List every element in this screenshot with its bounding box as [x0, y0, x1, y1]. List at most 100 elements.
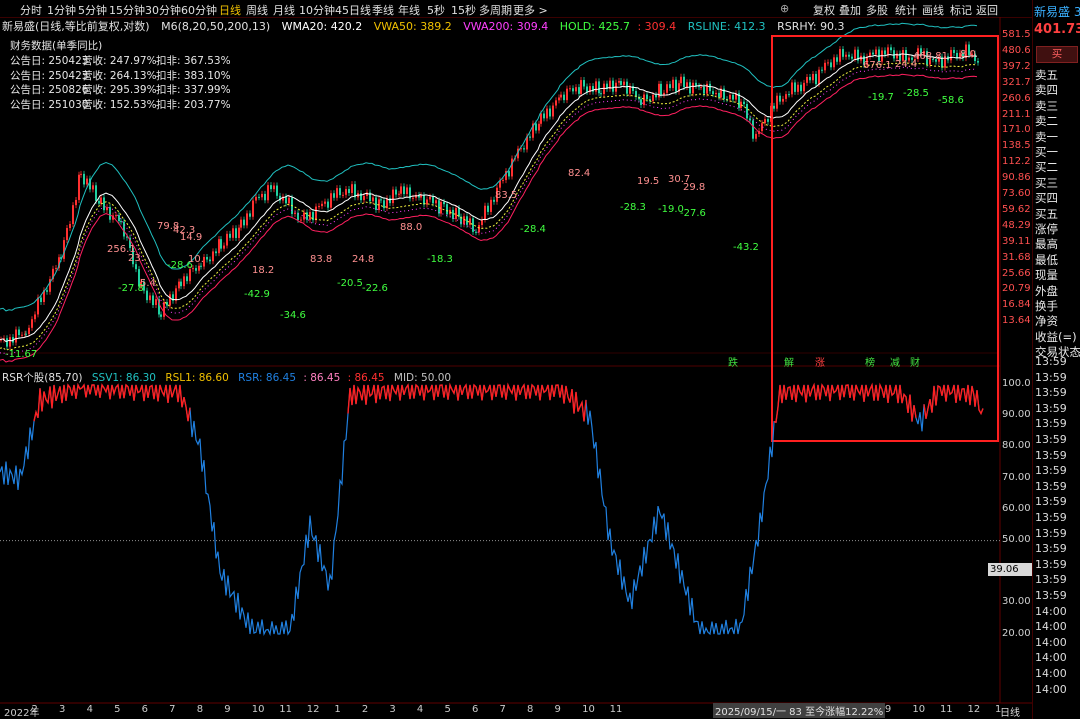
candle-body	[700, 86, 702, 88]
candle-body	[395, 189, 397, 195]
trade-time: 13:59	[1035, 448, 1067, 462]
candle-body	[135, 264, 137, 270]
candle-body	[552, 105, 554, 117]
candle-body	[109, 207, 111, 220]
candle-body	[950, 49, 952, 61]
trade-time: 13:59	[1035, 417, 1067, 431]
candle-body	[240, 219, 242, 228]
candle-body	[324, 201, 326, 204]
candle-body	[732, 94, 734, 100]
candle-body	[446, 204, 448, 215]
trade-time: 14:00	[1035, 682, 1067, 696]
candle-body	[663, 92, 665, 95]
candle-body	[569, 88, 571, 90]
candle-body	[178, 281, 180, 289]
candle-body	[773, 105, 775, 109]
quote-label: 净资	[1035, 314, 1058, 329]
candle-body	[412, 197, 414, 199]
event-marker: 财	[910, 356, 920, 369]
price-tick: 48.29	[1002, 219, 1031, 231]
candle-body	[18, 329, 20, 336]
candle-body	[953, 49, 955, 53]
rsr-red-line	[33, 382, 984, 424]
candle-body	[403, 186, 405, 195]
candle-body	[443, 201, 445, 205]
trade-time: 14:00	[1035, 651, 1067, 665]
quote-label: 买二	[1035, 160, 1058, 175]
x-tick: 11	[279, 704, 292, 715]
rsr-tick: 70.00	[1002, 471, 1031, 483]
x-tick: 10	[251, 704, 265, 715]
candle-body	[28, 327, 30, 335]
candle-body	[438, 200, 440, 214]
candle-body	[435, 200, 437, 204]
candle-body	[246, 213, 248, 226]
trade-time: 13:59	[1035, 433, 1067, 446]
candle-body	[218, 239, 220, 254]
candle-body	[103, 197, 105, 211]
x-tick: 9	[224, 704, 231, 715]
quote-label: 换手	[1035, 299, 1058, 313]
candle-body	[40, 297, 42, 302]
candle-body	[78, 174, 80, 200]
rsr-tick: 100.0	[1002, 378, 1031, 389]
candle-body	[15, 329, 17, 343]
trade-time: 13:59	[1035, 526, 1067, 540]
candle-body	[746, 104, 748, 119]
candle-body	[715, 92, 717, 95]
x-tick: 9	[884, 704, 892, 715]
candle-body	[578, 87, 580, 94]
candle-body	[523, 148, 525, 150]
buy-button[interactable]: 买	[1036, 46, 1078, 63]
price-label: 468.81	[913, 51, 948, 62]
price-tick: 16.84	[1002, 299, 1031, 311]
candle-body	[815, 73, 817, 85]
candle-body	[466, 216, 468, 225]
trade-time: 13:59	[1035, 511, 1067, 524]
candle-body	[235, 228, 237, 238]
candle-body	[383, 200, 385, 209]
candle-body	[791, 82, 793, 95]
stock-name[interactable]: 新易盛 3	[1034, 3, 1080, 20]
candle-body	[400, 186, 402, 194]
price-tick: 25.66	[1002, 267, 1031, 279]
rsr-red-value: : 86.45	[347, 372, 385, 384]
candle-body	[580, 80, 582, 94]
price-label: 18.2	[252, 265, 274, 276]
candle-body	[180, 281, 182, 287]
candle-body	[797, 84, 799, 92]
price-tick: 480.6	[1002, 44, 1031, 56]
candle-body	[336, 188, 338, 198]
quote-label: 买五	[1035, 206, 1058, 221]
stock-chart[interactable]: 跌解涨榜减财-11.67256.179.842.314.923.-27.85.4…	[0, 0, 1080, 719]
candle-body	[543, 113, 545, 119]
candle-body	[703, 86, 705, 94]
x-tick: 7	[169, 704, 176, 715]
candle-body	[229, 233, 231, 238]
candle-body	[803, 82, 805, 92]
candle-body	[812, 73, 814, 81]
candle-body	[595, 81, 597, 92]
event-marker: 跌	[728, 356, 738, 369]
price-label: 8.0	[960, 49, 976, 60]
candle-body	[640, 99, 642, 105]
candle-body	[37, 297, 39, 315]
candle-body	[478, 225, 480, 233]
trade-time: 13:59	[1035, 479, 1067, 493]
candle-body	[206, 256, 208, 260]
price-tick: 211.1	[1002, 108, 1031, 120]
x-tick: 4	[86, 704, 93, 715]
price-label: 23.	[128, 253, 144, 264]
candle-body	[258, 196, 260, 198]
rsr-pink-value: : 86.45	[303, 372, 341, 384]
candle-body	[626, 81, 628, 94]
candle-body	[806, 76, 808, 83]
candle-body	[830, 62, 832, 68]
candle-body	[666, 84, 668, 93]
trade-time: 13:59	[1035, 386, 1067, 400]
candle-body	[321, 203, 323, 207]
candle-body	[315, 206, 317, 221]
candle-body	[623, 81, 625, 85]
quote-label: 卖五	[1035, 68, 1058, 82]
candle-body	[600, 93, 602, 95]
